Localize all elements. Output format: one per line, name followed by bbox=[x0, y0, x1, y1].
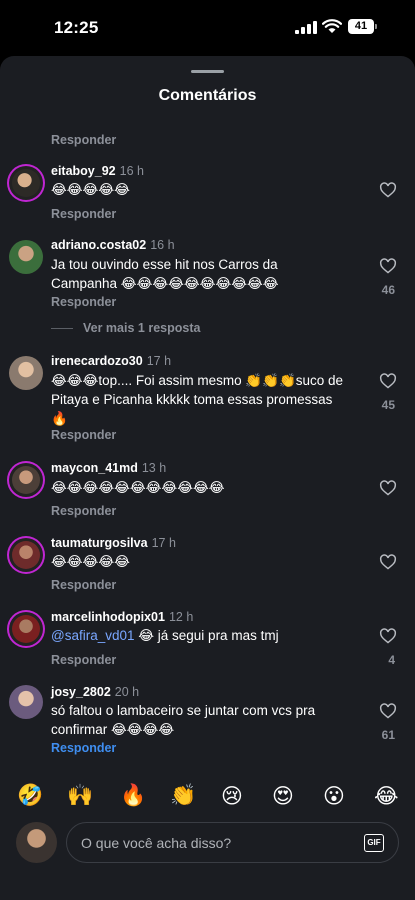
comment-time: 17 h bbox=[151, 536, 176, 550]
avatar[interactable] bbox=[9, 356, 43, 390]
comment-text: 😂😂😂😂😂 bbox=[51, 554, 130, 569]
battery-icon: 41 bbox=[348, 19, 377, 34]
reply-button[interactable]: Responder bbox=[51, 504, 116, 518]
comment-time: 13 h bbox=[141, 461, 167, 475]
heart-icon[interactable] bbox=[379, 258, 397, 274]
comment-time: 17 h bbox=[146, 354, 172, 368]
comments-sheet: Comentários Responder eitaboy_92 16 h 😂😂😂… bbox=[0, 56, 415, 900]
comment-username[interactable]: marcelinhodopix01 12 h bbox=[51, 610, 193, 624]
emoji-fire-button[interactable]: 🔥 bbox=[120, 784, 146, 808]
avatar[interactable] bbox=[9, 538, 43, 572]
comment-text: 😂😂😂😂😂 bbox=[51, 182, 130, 197]
like-count: 4 bbox=[388, 653, 395, 667]
comment-username[interactable]: eitaboy_92 16 h bbox=[51, 164, 144, 178]
avatar[interactable] bbox=[9, 240, 43, 274]
status-bar: 12:25 41 bbox=[0, 0, 415, 56]
comment-text: Ja tou ouvindo esse hit nos Carros da Ca… bbox=[51, 257, 279, 291]
reply-button[interactable]: Responder bbox=[51, 133, 116, 147]
emoji-rofl-button[interactable]: 🤣 bbox=[17, 784, 43, 808]
mention-link[interactable]: @safira_vd01 bbox=[51, 628, 135, 643]
comment-username[interactable]: adriano.costa02 16 h bbox=[51, 238, 175, 252]
reply-button[interactable]: Responder bbox=[51, 741, 116, 755]
quick-emoji-bar: 🤣 🙌 🔥 👏 😢 😍 😮 😂 bbox=[0, 778, 415, 818]
heart-icon[interactable] bbox=[379, 703, 397, 719]
avatar[interactable] bbox=[9, 612, 43, 646]
comment-text: só faltou o lambaceiro se juntar com vcs… bbox=[51, 703, 316, 737]
heart-icon[interactable] bbox=[379, 554, 397, 570]
reply-button[interactable]: Responder bbox=[51, 207, 116, 221]
cellular-signal-icon bbox=[295, 21, 317, 34]
like-count: 61 bbox=[381, 728, 395, 742]
current-user-avatar bbox=[16, 822, 57, 863]
comment-time: 16 h bbox=[119, 164, 144, 178]
emoji-raised-hands-button[interactable]: 🙌 bbox=[67, 784, 93, 808]
comment-time: 16 h bbox=[150, 238, 175, 252]
reply-button[interactable]: Responder bbox=[51, 428, 116, 442]
comment-text: @safira_vd01 😂 já segui pra mas tmj bbox=[51, 628, 279, 643]
avatar[interactable] bbox=[9, 685, 43, 719]
comment-input-wrapper[interactable]: GIF bbox=[66, 822, 399, 863]
reply-button[interactable]: Responder bbox=[51, 578, 116, 592]
avatar[interactable] bbox=[9, 166, 43, 200]
like-count: 45 bbox=[381, 398, 395, 412]
gif-icon[interactable]: GIF bbox=[364, 834, 384, 852]
comment-input[interactable] bbox=[79, 832, 343, 854]
heart-icon[interactable] bbox=[379, 628, 397, 644]
heart-icon[interactable] bbox=[379, 373, 397, 389]
comment-username[interactable]: taumaturgosilva 17 h bbox=[51, 536, 176, 550]
comment-username[interactable]: maycon_41md 13 h bbox=[51, 461, 166, 475]
sheet-title: Comentários bbox=[158, 87, 257, 104]
comment-text: 😂😂😂top.... Foi assim mesmo 👏👏👏suco de Pi… bbox=[51, 373, 344, 426]
emoji-surprised-button[interactable]: 😮 bbox=[323, 784, 345, 809]
avatar[interactable] bbox=[9, 463, 43, 497]
like-count: 46 bbox=[381, 283, 395, 297]
reply-button[interactable]: Responder bbox=[51, 295, 116, 309]
comment-username[interactable]: josy_2802 20 h bbox=[51, 685, 139, 699]
emoji-clap-button[interactable]: 👏 bbox=[170, 784, 196, 808]
sheet-grabber[interactable] bbox=[191, 70, 224, 73]
heart-icon[interactable] bbox=[379, 480, 397, 496]
comment-text: 😂😂😂😂😂😂😂😂😂😂😂 bbox=[51, 480, 225, 495]
comment-username[interactable]: irenecardozo30 17 h bbox=[51, 354, 171, 368]
home-indicator-area bbox=[0, 862, 415, 900]
emoji-crying-button[interactable]: 😢 bbox=[221, 784, 243, 809]
heart-icon[interactable] bbox=[379, 182, 397, 198]
view-more-replies[interactable]: Ver mais 1 resposta bbox=[51, 321, 200, 335]
comment-time: 20 h bbox=[114, 685, 140, 699]
emoji-laughing-button[interactable]: 😂 bbox=[374, 784, 399, 809]
comment-time: 12 h bbox=[168, 610, 194, 624]
wifi-icon bbox=[322, 19, 342, 33]
status-time: 12:25 bbox=[54, 18, 99, 37]
emoji-heart-eyes-button[interactable]: 😍 bbox=[272, 784, 294, 809]
reply-button[interactable]: Responder bbox=[51, 653, 116, 667]
